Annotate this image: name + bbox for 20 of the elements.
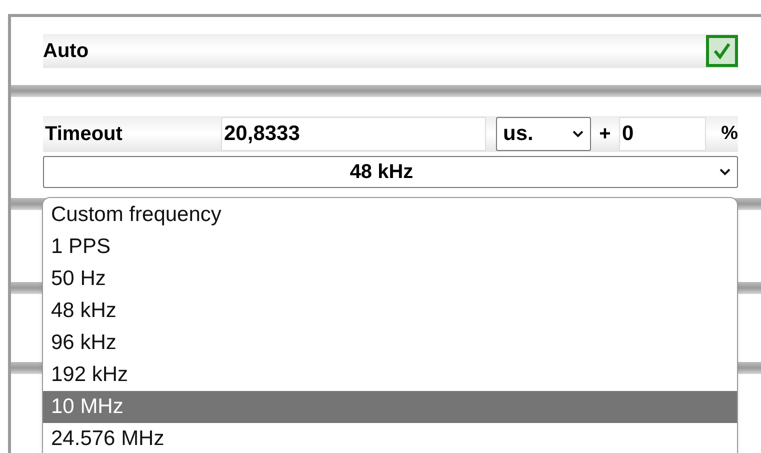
chevron-down-icon — [572, 130, 584, 138]
dropdown-option[interactable]: 10 MHz — [43, 391, 737, 423]
dropdown-option[interactable]: 1 PPS — [43, 231, 737, 263]
dropdown-option[interactable]: 96 kHz — [43, 327, 737, 359]
checkmark-icon — [712, 41, 732, 61]
dropdown-option[interactable]: 50 Hz — [43, 263, 737, 295]
dropdown-option[interactable]: 192 kHz — [43, 359, 737, 391]
auto-checkbox[interactable] — [706, 35, 738, 67]
plus-sign: + — [598, 122, 612, 147]
dropdown-option[interactable]: 24.576 MHz — [43, 423, 737, 453]
auto-label: Auto — [43, 39, 89, 64]
dropdown-option[interactable]: Custom frequency — [43, 199, 737, 231]
frequency-select[interactable]: 48 kHz — [43, 156, 738, 188]
percent-sign: % — [720, 122, 738, 146]
timeout-label: Timeout — [44, 122, 124, 147]
offset-field[interactable]: 0 — [619, 117, 706, 151]
chevron-down-icon — [719, 168, 731, 176]
unit-select[interactable]: us. — [496, 117, 591, 151]
dropdown-option[interactable]: 48 kHz — [43, 295, 737, 327]
timeout-field[interactable]: 20,8333 — [221, 117, 486, 151]
